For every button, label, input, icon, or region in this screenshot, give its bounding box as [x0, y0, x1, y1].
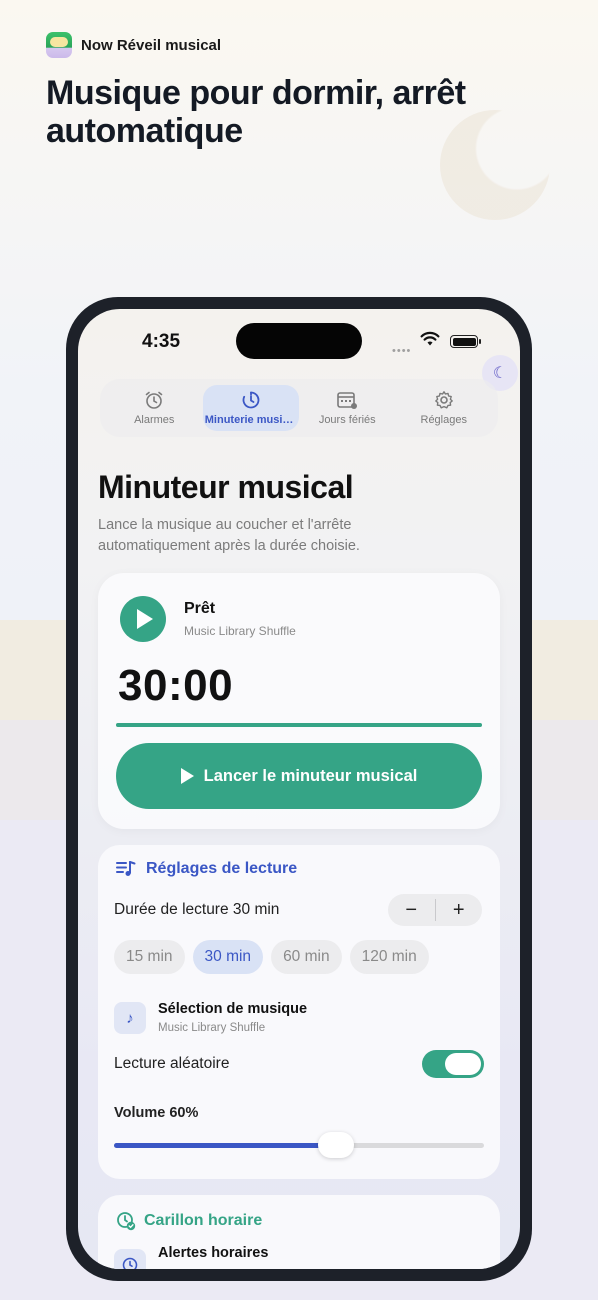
music-selection-source: Music Library Shuffle — [158, 1022, 266, 1034]
status-time: 4:35 — [142, 331, 181, 352]
clock-icon — [114, 1249, 146, 1269]
tab-label: Alarmes — [134, 414, 175, 426]
alarm-clock-icon — [145, 391, 163, 409]
tab-label: Minuterie musicale — [204, 414, 297, 426]
chime-section-title: Carillon horaire — [144, 1212, 263, 1229]
shuffle-label: Lecture aléatoire — [114, 1055, 230, 1072]
playback-section-header: Réglages de lecture — [116, 860, 297, 878]
shuffle-toggle[interactable] — [422, 1050, 484, 1078]
increase-button[interactable]: + — [436, 899, 483, 922]
duration-chip-60[interactable]: 60 min — [271, 940, 342, 974]
calendar-icon — [337, 392, 358, 409]
playback-section-title: Réglages de lecture — [146, 860, 298, 877]
chime-section-header: Carillon horaire — [116, 1211, 262, 1231]
play-button[interactable] — [120, 596, 166, 642]
hourly-alerts-title[interactable]: Alertes horaires — [158, 1245, 268, 1261]
tab-alarms[interactable]: Alarmes — [106, 385, 203, 431]
app-row: Now Réveil musical — [46, 32, 506, 58]
battery-icon — [450, 335, 481, 348]
decrease-button[interactable]: − — [388, 899, 435, 922]
music-selection-title[interactable]: Sélection de musique — [158, 1001, 307, 1017]
duration-label: Durée de lecture 30 min — [114, 901, 280, 918]
duration-chips: 15 min 30 min 60 min 120 min — [114, 940, 429, 974]
moon-icon: ☾ — [492, 365, 508, 382]
start-timer-button[interactable]: Lancer le minuteur musical — [116, 743, 482, 809]
headline: Musique pour dormir, arrêt automatique — [46, 74, 466, 150]
music-list-icon — [116, 861, 136, 876]
play-icon — [180, 768, 194, 784]
tab-holidays[interactable]: Jours fériés — [299, 385, 396, 431]
clock-check-icon — [117, 1212, 136, 1231]
tab-settings[interactable]: Réglages — [396, 385, 493, 431]
duration-chip-120[interactable]: 120 min — [349, 940, 429, 974]
volume-slider[interactable] — [114, 1132, 484, 1158]
phone-frame: 4:35 •••• ☾ Alarmes Minuterie musicale J… — [66, 297, 532, 1281]
volume-slider-thumb[interactable] — [318, 1132, 354, 1158]
dynamic-island — [236, 323, 362, 359]
tab-bar: Alarmes Minuterie musicale Jours fériés — [100, 379, 498, 437]
player-status: Prêt — [184, 600, 216, 617]
player-card: Prêt Music Library Shuffle 30:00 Lancer … — [98, 573, 500, 829]
app-logo-icon — [46, 32, 72, 58]
tab-label: Jours fériés — [318, 414, 376, 426]
timer-icon — [242, 391, 260, 409]
page-title: Minuteur musical — [98, 469, 354, 505]
player-source: Music Library Shuffle — [184, 624, 296, 638]
tab-music-timer[interactable]: Minuterie musicale — [202, 385, 299, 431]
playback-settings-card: Réglages de lecture Durée de lecture 30 … — [98, 845, 500, 1179]
volume-label: Volume 60% — [114, 1105, 199, 1121]
page-subtitle: Lance la musique au coucher et l'arrête … — [98, 517, 360, 554]
duration-chip-15[interactable]: 15 min — [114, 940, 185, 974]
start-timer-label: Lancer le minuteur musical — [203, 766, 418, 785]
music-note-icon: ♪ — [114, 1002, 146, 1034]
tab-label: Réglages — [420, 414, 467, 426]
play-icon — [137, 609, 153, 629]
promo-header: Now Réveil musical Musique pour dormir, … — [46, 32, 506, 150]
hourly-chime-card: Carillon horaire Alertes horaires — [98, 1195, 500, 1269]
gear-icon — [434, 391, 453, 409]
duration-stepper: − + — [388, 894, 482, 926]
status-bar: 4:35 •••• — [78, 309, 520, 369]
app-name: Now Réveil musical — [81, 36, 222, 54]
phone-screen: 4:35 •••• ☾ Alarmes Minuterie musicale J… — [78, 309, 520, 1269]
timer-progress-bar — [116, 723, 482, 727]
signal-icon: •••• — [392, 345, 412, 357]
countdown-display: 30:00 — [118, 661, 234, 710]
wifi-icon — [420, 331, 440, 346]
duration-chip-30[interactable]: 30 min — [192, 940, 264, 974]
